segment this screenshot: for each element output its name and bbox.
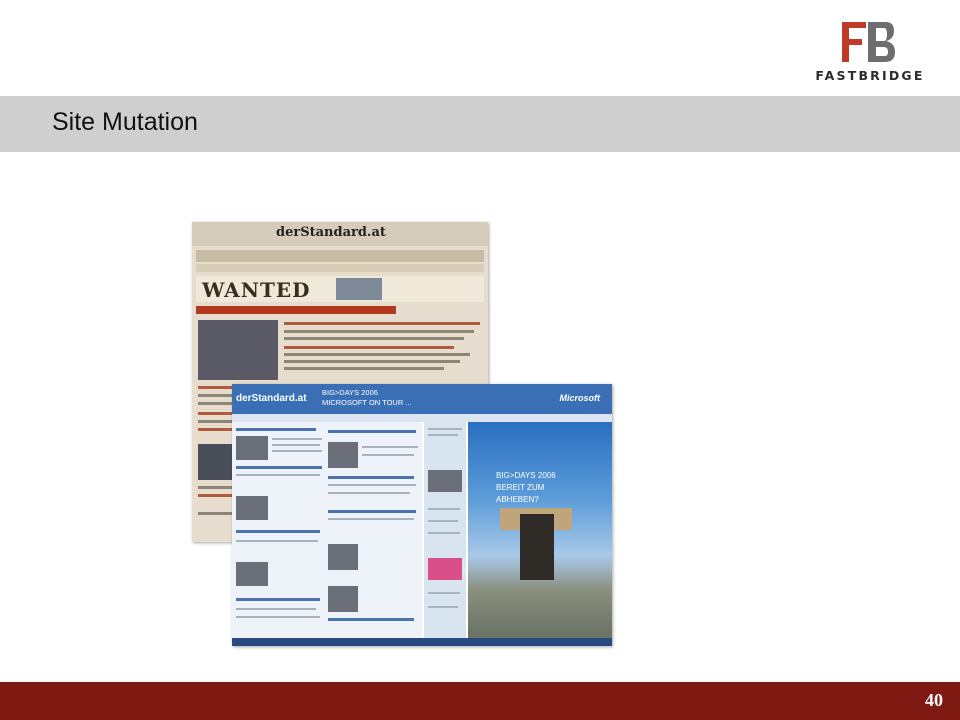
sidebar-ad [428, 558, 462, 580]
page-number: 40 [925, 690, 943, 710]
text-line [328, 430, 416, 433]
text-line [272, 450, 322, 452]
text-line [236, 474, 320, 476]
text-line [328, 618, 414, 621]
text-line [284, 360, 460, 363]
text-line [328, 484, 416, 486]
news-content [232, 422, 422, 638]
text-line [198, 428, 232, 431]
news-thumbnail [236, 436, 268, 460]
logo-wordmark: FASTBRIDGE [815, 68, 925, 83]
fastbridge-logo-mark [842, 22, 895, 62]
text-line [236, 428, 316, 431]
text-line [284, 353, 470, 356]
site-nav [232, 414, 612, 422]
news-thumbnail [328, 586, 358, 612]
text-line [284, 346, 454, 349]
text-line [328, 510, 416, 513]
text-line [328, 518, 414, 520]
text-line [284, 330, 474, 333]
text-line [198, 512, 232, 515]
text-line [328, 492, 410, 494]
site-header: derStandard.at BIG>DAYS 2006 MICROSOFT O… [232, 384, 612, 414]
text-line [236, 598, 320, 601]
sidebar-thumbnail [428, 470, 462, 492]
text-line [198, 420, 232, 423]
text-line [362, 446, 418, 448]
fastbridge-logo: FASTBRIDGE [800, 20, 940, 90]
text-line [284, 322, 480, 325]
text-line [428, 532, 460, 534]
text-line [284, 367, 444, 370]
sidebar [424, 422, 466, 638]
text-line [198, 486, 232, 489]
text-line [428, 520, 458, 522]
text-line [362, 454, 414, 456]
screenshot-derstandard-microsoft: derStandard.at BIG>DAYS 2006 MICROSOFT O… [232, 384, 612, 646]
text-line [428, 508, 460, 510]
slide-title: Site Mutation [52, 108, 198, 136]
site-nav [196, 250, 484, 262]
site-logo: derStandard.at [276, 225, 386, 240]
text-line [328, 476, 414, 479]
news-thumbnail [328, 442, 358, 468]
text-line [428, 592, 460, 594]
news-photo [198, 320, 278, 380]
ad-subheadline: MICROSOFT ON TOUR ... [322, 398, 412, 407]
footer-bar: 40 [0, 682, 960, 720]
site-header: derStandard.at [192, 222, 488, 246]
text-line [428, 428, 462, 430]
text-line [428, 606, 458, 608]
text-line [236, 466, 322, 469]
microsoft-ad: BIG>DAYS 2006 BEREIT ZUM ABHEBEN? [468, 422, 612, 638]
wanted-banner: WANTED [196, 276, 484, 302]
headline-bar [196, 306, 396, 314]
microsoft-logo: Microsoft [559, 393, 601, 403]
ad-person-image [520, 514, 554, 580]
news-thumbnail [236, 496, 268, 520]
text-line [272, 444, 320, 446]
text-line [198, 494, 232, 497]
text-line [236, 530, 320, 533]
text-line [236, 608, 316, 610]
text-line [198, 412, 234, 415]
text-line [428, 434, 458, 436]
banner-text: WANTED [202, 278, 311, 302]
text-line [236, 540, 318, 542]
title-band: Site Mutation [0, 96, 960, 152]
text-line [236, 616, 320, 618]
site-logo: derStandard.at [236, 393, 307, 404]
news-photo-small [198, 444, 234, 480]
site-subnav [196, 264, 484, 272]
ad-slogan: BIG>DAYS 2006 BEREIT ZUM ABHEBEN? [496, 471, 556, 504]
text-line [284, 337, 464, 340]
text-line [272, 438, 322, 440]
banner-image [336, 278, 382, 300]
ad-headline: BIG>DAYS 2006 [322, 388, 378, 397]
news-thumbnail [328, 544, 358, 570]
taskbar [232, 638, 612, 646]
news-thumbnail [236, 562, 268, 586]
